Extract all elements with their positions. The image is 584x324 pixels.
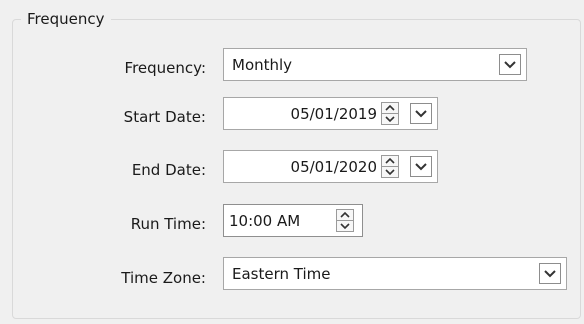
run-time-value: 10:00 AM [229,212,301,230]
frequency-label: Frequency: [124,59,206,77]
start-date-dropdown-button[interactable] [410,103,432,124]
time-zone-dropdown-button[interactable] [539,263,561,284]
frequency-value: Monthly [232,56,293,74]
end-date-spin-down[interactable] [382,167,398,177]
time-zone-dropdown[interactable]: Eastern Time [223,257,567,290]
run-time-label: Run Time: [130,215,206,233]
chevron-down-icon [500,55,520,74]
end-date-spinner[interactable] [381,155,399,178]
time-zone-label: Time Zone: [121,269,206,287]
chevron-down-icon [411,157,431,176]
chevron-down-icon [382,114,398,124]
run-time-picker[interactable]: 10:00 AM [223,204,363,237]
end-date-picker[interactable]: 05/01/2020 [223,150,438,183]
chevron-down-icon [411,104,431,123]
run-time-spin-up[interactable] [337,210,353,220]
groupbox-title: Frequency [21,10,111,28]
run-time-spinner[interactable] [336,209,354,232]
start-date-value: 05/01/2019 [290,105,377,123]
start-date-picker[interactable]: 05/01/2019 [223,97,438,130]
chevron-down-icon [382,167,398,177]
start-date-spin-down[interactable] [382,114,398,124]
chevron-down-icon [337,221,353,231]
chevron-up-icon [382,156,398,166]
end-date-value: 05/01/2020 [290,158,377,176]
chevron-down-icon [540,264,560,283]
end-date-spin-up[interactable] [382,156,398,166]
chevron-up-icon [382,103,398,113]
start-date-label: Start Date: [123,108,206,126]
end-date-label: End Date: [131,161,206,179]
frequency-dropdown-button[interactable] [499,54,521,75]
run-time-spin-down[interactable] [337,221,353,231]
time-zone-value: Eastern Time [232,265,331,283]
end-date-dropdown-button[interactable] [410,156,432,177]
chevron-up-icon [337,210,353,220]
frequency-dropdown[interactable]: Monthly [223,48,527,81]
start-date-spin-up[interactable] [382,103,398,113]
start-date-spinner[interactable] [381,102,399,125]
